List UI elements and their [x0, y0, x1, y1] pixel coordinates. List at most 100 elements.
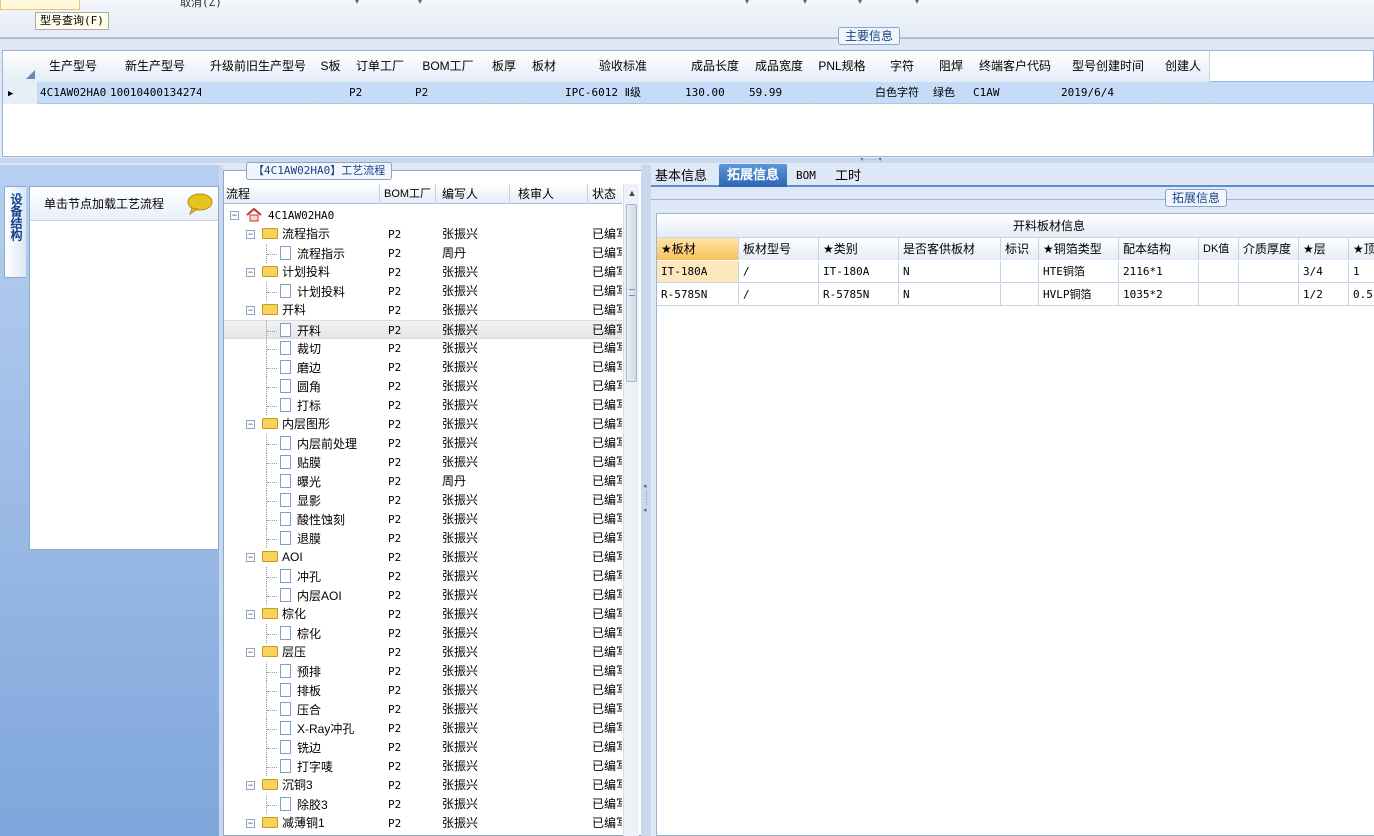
cell-pnl[interactable]	[811, 82, 873, 104]
cell-solder-mask[interactable]: 绿色	[931, 82, 971, 104]
cell-width[interactable]: 59.99	[747, 82, 811, 104]
cell-old-model[interactable]	[202, 82, 314, 104]
material-cell[interactable]: N	[899, 261, 1001, 283]
col-header[interactable]: 升级前旧生产型号	[202, 51, 315, 82]
scroll-up-icon[interactable]: ▲	[624, 184, 640, 202]
col-header-board[interactable]: ★板材	[657, 238, 739, 260]
collapse-icon[interactable]: −	[246, 648, 255, 657]
table-row[interactable]: ▶ 4C1AW02HA0 10010400134274 P2 P2 IPC-60…	[3, 82, 1374, 104]
collapse-icon[interactable]: −	[246, 268, 255, 277]
tree-node[interactable]: 铣边 P2 张振兴 已编写	[224, 738, 622, 757]
tree-node[interactable]: 流程指示 P2 周丹 已编写	[224, 244, 622, 263]
collapse-icon[interactable]: −	[246, 230, 255, 239]
material-cell[interactable]	[1239, 284, 1299, 306]
col-header[interactable]: PNL规格	[811, 51, 874, 82]
tree-node[interactable]: − 计划投料 P2 张振兴 已编写	[224, 263, 622, 282]
tree-node[interactable]: 除胶3 P2 张振兴 已编写	[224, 795, 622, 814]
row-header-corner[interactable]	[3, 51, 39, 82]
material-cell[interactable]: R-5785N	[657, 284, 739, 306]
material-grid[interactable]: 开料板材信息 ★板材 板材型号 ★类别 是否客供板材 标识 ★铜箔类型 配本结构…	[656, 213, 1374, 836]
tree-node[interactable]: 曝光 P2 周丹 已编写	[224, 472, 622, 491]
equipment-tree[interactable]: 单击节点加载工艺流程	[29, 186, 219, 550]
col-header[interactable]: 成品长度	[683, 51, 748, 82]
tree-node[interactable]: 磨边 P2 张振兴 已编写	[224, 358, 622, 377]
col-header[interactable]: 型号创建时间	[1059, 51, 1158, 82]
col-header-bom[interactable]: BOM工厂	[384, 184, 436, 204]
cell-creator[interactable]	[1157, 82, 1209, 104]
material-cell[interactable]: 1035*2	[1119, 284, 1199, 306]
cell-customer-code[interactable]: C1AW	[971, 82, 1059, 104]
tree-node[interactable]: 压合 P2 张振兴 已编写	[224, 700, 622, 719]
tree-node[interactable]: X-Ray冲孔 P2 张振兴 已编写	[224, 719, 622, 738]
material-cell[interactable]: 0.5	[1349, 284, 1374, 306]
tree-node[interactable]: 计划投料 P2 张振兴 已编写	[224, 282, 622, 301]
tree-node[interactable]: 圆角 P2 张振兴 已编写	[224, 377, 622, 396]
material-cell[interactable]	[1239, 261, 1299, 283]
cell-bom-plant[interactable]: P2	[413, 82, 483, 104]
col-header-category[interactable]: ★类别	[819, 238, 899, 260]
tree-node[interactable]: 打标 P2 张振兴 已编写	[224, 396, 622, 415]
material-cell[interactable]	[1199, 284, 1239, 306]
material-cell[interactable]: HTE铜箔	[1039, 261, 1119, 283]
tree-node[interactable]: 打字唛 P2 张振兴 已编写	[224, 757, 622, 776]
cell-length[interactable]: 130.00	[683, 82, 747, 104]
cell-s-board[interactable]	[314, 82, 347, 104]
col-header-copper-type[interactable]: ★铜箔类型	[1039, 238, 1119, 260]
material-cell[interactable]: IT-180A	[819, 261, 899, 283]
col-header[interactable]: 订单工厂	[347, 51, 414, 82]
material-cell[interactable]: 2116*1	[1119, 261, 1199, 283]
tree-node[interactable]: − 流程指示 P2 张振兴 已编写	[224, 225, 622, 244]
tree-node[interactable]: − 内层图形 P2 张振兴 已编写	[224, 415, 622, 434]
tab-equipment-structure[interactable]: 设备结构	[4, 186, 26, 278]
tab-work-hours[interactable]: 工时	[835, 166, 861, 186]
col-header[interactable]: 板厚	[483, 51, 526, 82]
material-cell[interactable]	[1199, 261, 1239, 283]
collapse-icon[interactable]: −	[246, 420, 255, 429]
tab-bom[interactable]: BOM	[796, 166, 816, 186]
material-cell[interactable]: 1/2	[1299, 284, 1349, 306]
cell-created-time[interactable]: 2019/6/4	[1059, 82, 1157, 104]
cell-thickness[interactable]	[483, 82, 525, 104]
col-header-board-model[interactable]: 板材型号	[739, 238, 819, 260]
tree-node[interactable]: − 层压 P2 张振兴 已编写	[224, 643, 622, 662]
material-cell[interactable]	[1001, 284, 1039, 306]
collapse-icon[interactable]: −	[230, 211, 239, 220]
tree-node[interactable]: 酸性蚀刻 P2 张振兴 已编写	[224, 510, 622, 529]
collapse-icon[interactable]: −	[246, 781, 255, 790]
cancel-button[interactable]: 取消(Z)	[180, 0, 222, 10]
collapse-icon[interactable]: −	[246, 819, 255, 828]
col-header-dk[interactable]: DK值	[1199, 238, 1239, 260]
material-row[interactable]: IT-180A / IT-180A N HTE铜箔 2116*1 3/4 1	[657, 261, 1374, 284]
material-cell[interactable]: /	[739, 261, 819, 283]
cell-new-model[interactable]: 10010400134274	[108, 82, 202, 104]
col-header[interactable]: 创建人	[1157, 51, 1210, 82]
tree-node[interactable]: − 沉铜3 P2 张振兴 已编写	[224, 776, 622, 795]
col-header[interactable]: 阻焊	[931, 51, 972, 82]
tree-root[interactable]: − 4C1AW02HA0	[224, 206, 622, 225]
col-header[interactable]: 板材	[525, 51, 564, 82]
main-info-grid[interactable]: 生产型号 新生产型号 升级前旧生产型号 S板 订单工厂 BOM工厂 板厚 板材 …	[2, 50, 1374, 157]
cell-model[interactable]: 4C1AW02HA0	[38, 82, 108, 104]
vertical-splitter-right[interactable]: ◂ ⋮ ⋮ ◂	[641, 165, 651, 836]
tree-node[interactable]: − 开料 P2 张振兴 已编写	[224, 301, 622, 320]
flow-scrollbar[interactable]: ▲	[623, 184, 639, 836]
col-header[interactable]: 生产型号	[38, 51, 109, 82]
col-header[interactable]: 验收标准	[563, 51, 684, 82]
col-header[interactable]: 新生产型号	[108, 51, 203, 82]
material-cell[interactable]: 1	[1349, 261, 1374, 283]
cell-material[interactable]	[525, 82, 563, 104]
toolbar-button-left[interactable]	[0, 0, 80, 10]
col-header[interactable]: 字符	[873, 51, 932, 82]
col-header-dielectric[interactable]: 介质厚度	[1239, 238, 1299, 260]
material-cell[interactable]: 3/4	[1299, 261, 1349, 283]
cell-acceptance[interactable]: IPC-6012 Ⅱ级	[563, 82, 683, 104]
tab-extended-info[interactable]: 拓展信息	[719, 164, 787, 187]
collapse-icon[interactable]: −	[246, 610, 255, 619]
material-row[interactable]: R-5785N / R-5785N N HVLP铜箔 1035*2 1/2 0.5	[657, 284, 1374, 307]
col-header-reviewer[interactable]: 核审人	[518, 184, 588, 204]
material-cell[interactable]: HVLP铜箔	[1039, 284, 1119, 306]
material-cell[interactable]	[1001, 261, 1039, 283]
tree-node[interactable]: − AOI P2 张振兴 已编写	[224, 548, 622, 567]
cell-order-plant[interactable]: P2	[347, 82, 413, 104]
col-header-author[interactable]: 编写人	[442, 184, 510, 204]
